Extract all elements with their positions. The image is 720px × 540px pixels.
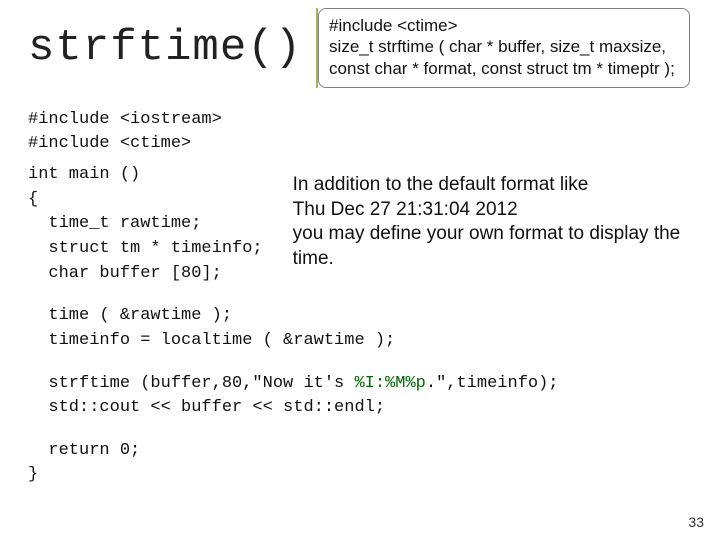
signature-box: #include <ctime> size_t strftime ( char … <box>318 8 690 88</box>
slide: strftime() #include <ctime> size_t strft… <box>0 0 720 540</box>
body: #include <iostream> #include <ctime> int… <box>28 108 690 488</box>
note-line-1: In addition to the default format like <box>293 173 690 198</box>
note-line-2: Thu Dec 27 21:31:04 2012 <box>293 198 690 223</box>
code-return: return 0; } <box>28 439 690 488</box>
code-time-calls: time ( &rawtime ); timeinfo = localtime … <box>28 304 690 353</box>
page-number: 33 <box>688 514 704 530</box>
header-row: strftime() #include <ctime> size_t strft… <box>28 8 690 88</box>
code-strftime-pre: strftime (buffer,80,"Now it's <box>28 374 354 393</box>
signature-include: #include <ctime> <box>329 15 679 36</box>
title-wrap: strftime() <box>28 8 316 88</box>
slide-title: strftime() <box>28 23 302 73</box>
code-main-decl: int main () { time_t rawtime; struct tm … <box>28 163 263 286</box>
code-includes: #include <iostream> #include <ctime> <box>28 108 690 157</box>
signature-prototype: size_t strftime ( char * buffer, size_t … <box>329 36 679 79</box>
code-strftime-call: strftime (buffer,80,"Now it's %I:%M%p.",… <box>28 372 690 421</box>
mid-row: int main () { time_t rawtime; struct tm … <box>28 163 690 286</box>
explanation-note: In addition to the default format like T… <box>293 173 690 272</box>
code-format-token: %I:%M%p <box>354 374 425 393</box>
note-line-3: you may define your own format to displa… <box>293 222 690 271</box>
